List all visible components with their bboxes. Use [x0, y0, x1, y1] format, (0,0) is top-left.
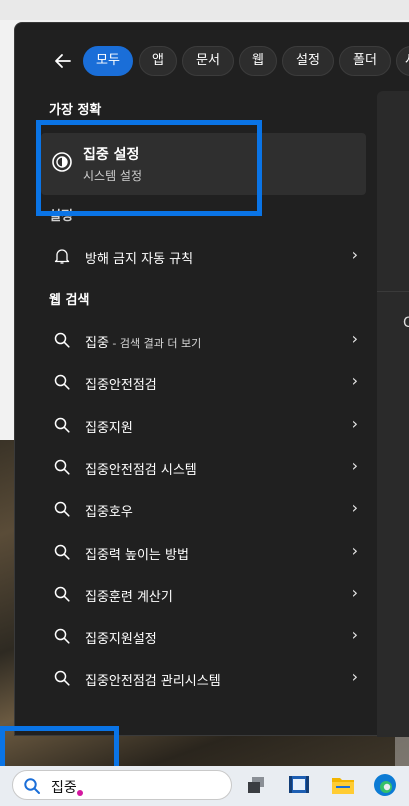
web-result-text: 집중훈련 계산기 — [85, 590, 173, 605]
best-match-highlight-box — [36, 120, 262, 216]
web-result-text: 집중지원 — [85, 421, 133, 436]
text-cursor-marker — [77, 790, 83, 796]
settings-item-dnd-rules[interactable]: 방해 금지 자동 규칙 › — [41, 237, 366, 277]
search-icon — [53, 331, 71, 349]
web-result-item[interactable]: 집중안전점검 관리시스템 › — [41, 659, 366, 699]
web-result-label: 집중안전점검 관리시스템 — [85, 670, 221, 689]
filter-web[interactable]: 웹 — [239, 46, 277, 76]
chevron-right-icon: › — [351, 667, 358, 686]
preview-pane — [377, 91, 409, 737]
search-icon — [53, 669, 71, 687]
web-result-item[interactable]: 집중호우 › — [41, 490, 366, 530]
web-result-text: 집중 — [85, 336, 109, 351]
preview-divider — [377, 291, 409, 292]
filter-documents[interactable]: 문서 — [182, 46, 234, 76]
search-icon — [53, 373, 71, 391]
search-icon — [53, 458, 71, 476]
web-result-label: 집중 - 검색 결과 더 보기 — [85, 332, 201, 351]
chevron-right-icon: › — [351, 414, 358, 433]
web-result-label: 집중지원설정 — [85, 628, 157, 647]
web-result-label: 집중안전점검 시스템 — [85, 459, 197, 478]
web-result-label: 집중훈련 계산기 — [85, 586, 173, 605]
filter-all[interactable]: 모두 — [83, 46, 133, 76]
chevron-right-icon: › — [351, 583, 358, 602]
taskbar: 집중 — [0, 766, 409, 806]
search-icon — [53, 627, 71, 645]
media-player-icon[interactable] — [286, 772, 312, 798]
chevron-right-icon: › — [351, 498, 358, 517]
filter-folders[interactable]: 폴더 — [339, 46, 391, 76]
web-result-item[interactable]: 집중지원설정 › — [41, 617, 366, 657]
search-input[interactable]: 집중 — [51, 777, 77, 797]
task-view-icon[interactable] — [244, 772, 270, 798]
preview-partial-text: C — [403, 315, 409, 331]
web-result-text: 집중안전점검 시스템 — [85, 463, 197, 478]
web-result-label: 집중력 높이는 방법 — [85, 544, 189, 563]
filter-bar: 모두 앱 문서 웹 설정 폴더 사 — [15, 45, 409, 77]
web-result-item[interactable]: 집중지원 › — [41, 406, 366, 446]
web-result-label: 집중호우 — [85, 501, 133, 520]
chevron-right-icon: › — [351, 541, 358, 560]
chevron-right-icon: › — [351, 371, 358, 390]
back-arrow-icon[interactable] — [51, 49, 75, 73]
search-icon — [53, 416, 71, 434]
file-explorer-icon[interactable] — [330, 772, 356, 798]
filter-apps[interactable]: 앱 — [139, 46, 177, 76]
best-match-heading: 가장 정확 — [49, 103, 102, 118]
web-result-item[interactable]: 집중력 높이는 방법 › — [41, 533, 366, 573]
chevron-right-icon: › — [351, 456, 358, 475]
chevron-right-icon: › — [351, 245, 358, 264]
settings-item-label: 방해 금지 자동 규칙 — [85, 252, 194, 267]
edge-browser-icon[interactable] — [372, 772, 398, 798]
web-result-item[interactable]: 집중 - 검색 결과 더 보기 › — [41, 321, 366, 361]
web-result-item[interactable]: 집중안전점검 › — [41, 363, 366, 403]
web-result-suffix: - 검색 결과 더 보기 — [108, 337, 202, 350]
web-result-text: 집중호우 — [85, 505, 133, 520]
search-icon — [53, 543, 71, 561]
filter-settings[interactable]: 설정 — [282, 46, 334, 76]
web-result-text: 집중력 높이는 방법 — [85, 548, 189, 563]
window-top-strip — [0, 0, 409, 20]
web-result-text: 집중안전점검 — [85, 378, 157, 393]
taskbar-search-box[interactable]: 집중 — [12, 770, 232, 800]
search-icon — [23, 777, 41, 795]
web-result-text: 집중안전점검 관리시스템 — [85, 674, 221, 689]
chevron-right-icon: › — [351, 329, 358, 348]
web-result-item[interactable]: 집중훈련 계산기 › — [41, 575, 366, 615]
search-icon — [53, 500, 71, 518]
web-result-label: 집중지원 — [85, 417, 133, 436]
web-result-item[interactable]: 집중안전점검 시스템 › — [41, 448, 366, 488]
web-result-text: 집중지원설정 — [85, 632, 157, 647]
web-search-heading: 웹 검색 — [49, 293, 90, 308]
chevron-right-icon: › — [351, 625, 358, 644]
web-result-label: 집중안전점검 — [85, 374, 157, 393]
bell-icon — [53, 247, 71, 265]
search-icon — [53, 585, 71, 603]
filter-more[interactable]: 사 — [396, 46, 409, 76]
